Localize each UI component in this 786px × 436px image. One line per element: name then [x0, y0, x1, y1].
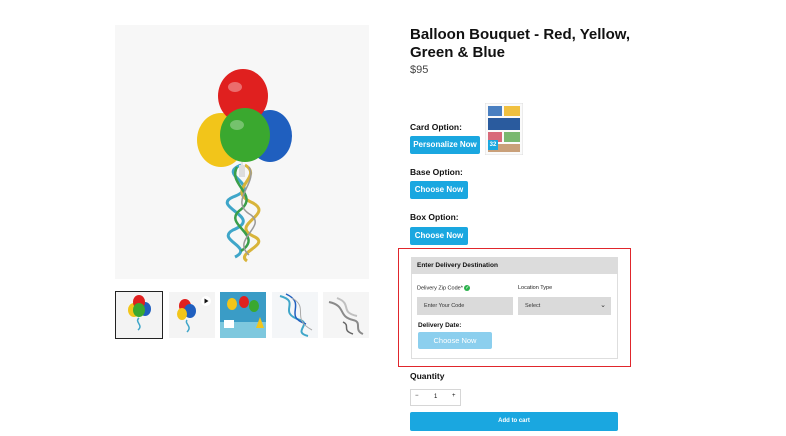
delivery-date-label: Delivery Date: — [418, 322, 462, 329]
base-choose-now-button[interactable]: Choose Now — [410, 181, 468, 199]
quantity-minus-button[interactable]: − — [415, 393, 419, 399]
location-type-select[interactable]: Select ⌄ — [518, 297, 611, 315]
silver-swirl-thumb-icon — [323, 292, 369, 338]
delivery-destination-header: Enter Delivery Destination — [411, 257, 618, 274]
zip-code-label: Delivery Zip Code* ✓ — [417, 285, 471, 292]
card-number-badge: 32 — [488, 140, 498, 150]
thumb-party[interactable] — [220, 292, 266, 338]
video-thumb-icon — [169, 292, 215, 338]
location-type-value: Select — [525, 303, 541, 309]
greeting-card-preview[interactable]: 32 — [484, 102, 524, 156]
chevron-down-icon: ⌄ — [600, 302, 606, 309]
balloon-bouquet-image — [115, 25, 369, 279]
zip-code-input[interactable]: Enter Your Code — [417, 297, 513, 315]
delivery-date-choose-button[interactable]: Choose Now — [418, 332, 492, 349]
product-title: Balloon Bouquet - Red, Yellow, Green & B… — [410, 26, 631, 61]
party-thumb-icon — [220, 292, 266, 338]
location-type-label: Location Type — [518, 285, 553, 291]
thumb-bouquet[interactable] — [115, 291, 163, 339]
card-option-label: Card Option: — [410, 122, 462, 132]
quantity-stepper: − 1 + — [410, 389, 461, 406]
box-option-label: Box Option: — [410, 212, 459, 222]
swirl-thumb-icon — [272, 292, 318, 338]
quantity-label: Quantity — [410, 371, 445, 381]
zip-code-label-text: Delivery Zip Code* — [417, 285, 463, 292]
thumb-swirls[interactable] — [272, 292, 318, 338]
add-to-cart-button[interactable]: Add to cart — [410, 412, 618, 431]
thumb-video[interactable] — [169, 292, 215, 338]
main-product-image[interactable] — [115, 25, 369, 279]
box-choose-now-button[interactable]: Choose Now — [410, 227, 468, 245]
product-price: $95 — [410, 64, 429, 76]
personalize-now-button[interactable]: Personalize Now — [410, 136, 480, 154]
quantity-value[interactable]: 1 — [434, 394, 437, 400]
verified-check-icon: ✓ — [464, 285, 471, 291]
thumb-silver[interactable] — [323, 292, 369, 338]
thumbnail-strip — [115, 291, 371, 340]
bouquet-thumb-icon — [128, 295, 151, 331]
quantity-plus-button[interactable]: + — [452, 393, 456, 399]
base-option-label: Base Option: — [410, 167, 463, 177]
